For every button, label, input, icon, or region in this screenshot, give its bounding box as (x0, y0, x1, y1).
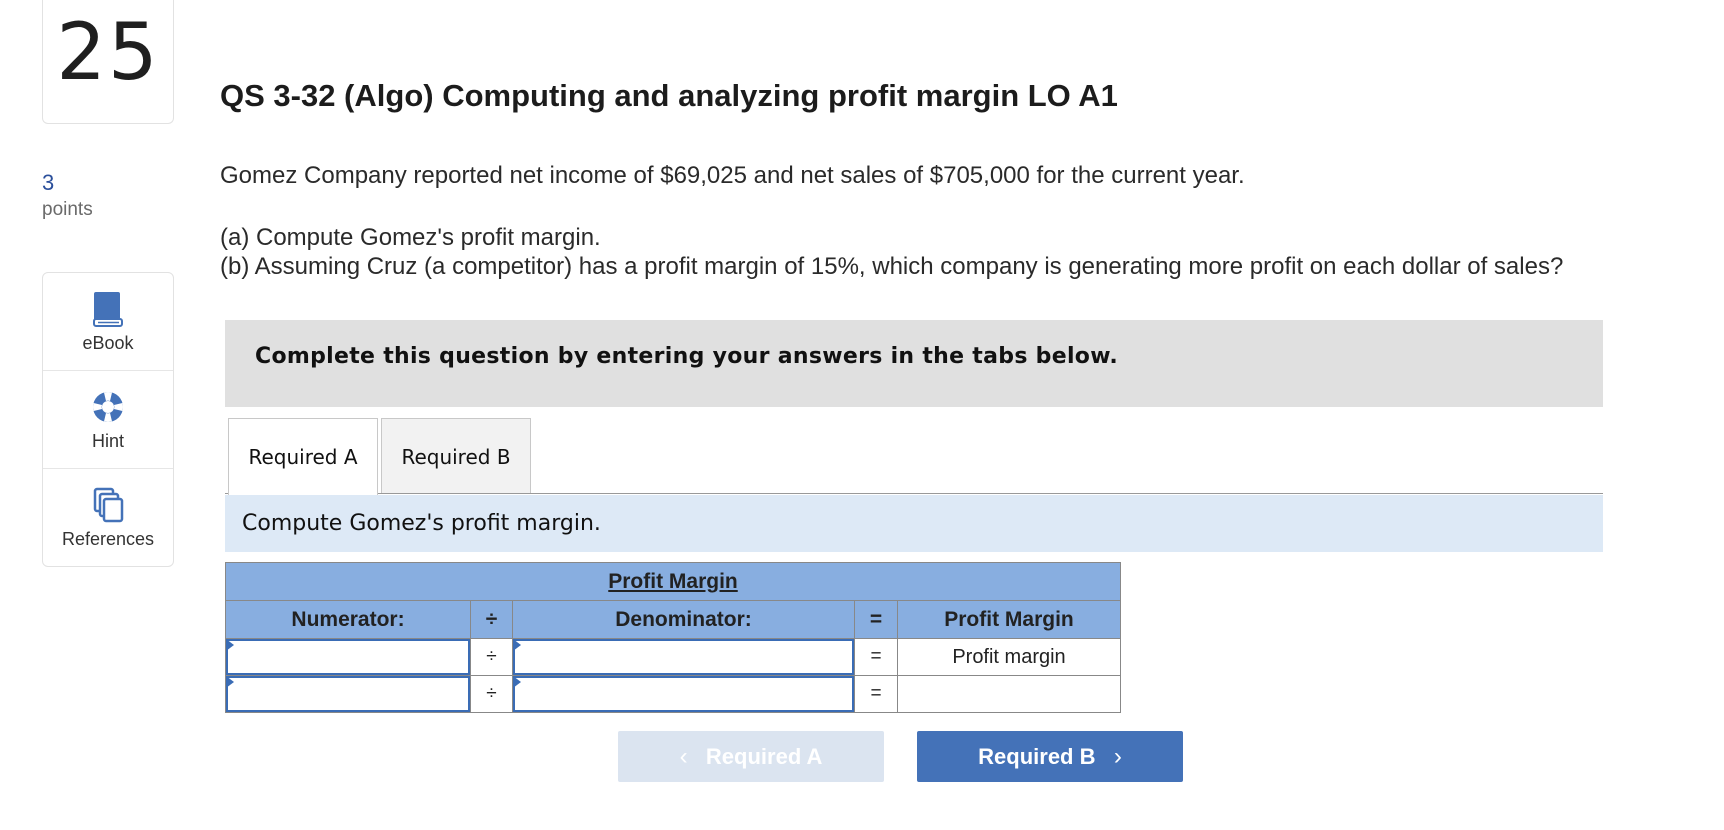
references-button[interactable]: References (43, 469, 173, 567)
result-cell: Profit margin (897, 638, 1121, 676)
ebook-label: eBook (82, 333, 134, 353)
divide-sign: ÷ (470, 638, 513, 676)
dropdown-marker-icon (513, 639, 521, 651)
prev-required-a-button[interactable]: ‹ Required A (618, 731, 884, 782)
next-button-label: Required B (978, 744, 1096, 769)
tools-panel: eBook Hint References (42, 272, 174, 567)
table-row: ÷ = (225, 675, 1121, 713)
table-title: Profit Margin (225, 562, 1121, 601)
chevron-left-icon: ‹ (679, 743, 688, 770)
ebook-button[interactable]: eBook (43, 273, 173, 371)
question-part-b: (b) Assuming Cruz (a competitor) has a p… (220, 253, 1564, 280)
denominator-cell (512, 675, 855, 713)
dropdown-marker-icon (226, 639, 234, 651)
prev-button-label: Required A (705, 744, 823, 769)
question-part-a: (a) Compute Gomez's profit margin. (220, 224, 601, 251)
hint-button[interactable]: Hint (43, 371, 173, 469)
numerator-cell (225, 638, 471, 676)
tab-divider (225, 493, 1603, 494)
equals-sign: = (854, 675, 898, 713)
numerator-cell (225, 675, 471, 713)
instructions-box: Complete this question by entering your … (225, 320, 1603, 407)
denominator-input[interactable] (513, 639, 854, 675)
points-value: 3 (42, 170, 55, 195)
denominator-input[interactable] (513, 676, 854, 712)
header-result: Profit Margin (897, 600, 1121, 639)
chevron-right-icon: › (1113, 743, 1122, 770)
points-label: points (42, 199, 93, 220)
copy-icon (93, 487, 124, 523)
references-label: References (61, 529, 155, 549)
header-divide: ÷ (470, 600, 513, 639)
result-cell (897, 675, 1121, 713)
dropdown-marker-icon (226, 676, 234, 688)
dropdown-marker-icon (513, 676, 521, 688)
numerator-input[interactable] (226, 676, 470, 712)
question-title: QS 3-32 (Algo) Computing and analyzing p… (220, 78, 1118, 113)
tab-required-a[interactable]: Required A (228, 418, 378, 495)
question-number-box: 25 (42, 0, 174, 124)
book-icon (93, 292, 123, 327)
instructions-text: Complete this question by entering your … (255, 344, 1119, 369)
equals-sign: = (854, 638, 898, 676)
numerator-input[interactable] (226, 639, 470, 675)
denominator-cell (512, 638, 855, 676)
table-title-text: Profit Margin (608, 569, 738, 593)
header-numerator: Numerator: (225, 600, 471, 639)
header-denominator: Denominator: (512, 600, 855, 639)
tab-required-b[interactable]: Required B (381, 418, 531, 494)
table-row: ÷ = Profit margin (225, 638, 1121, 676)
divide-sign: ÷ (470, 675, 513, 713)
lifebuoy-icon (93, 392, 123, 422)
hint-label: Hint (91, 431, 124, 451)
question-number: 25 (56, 8, 160, 98)
question-statement: Gomez Company reported net income of $69… (220, 162, 1245, 189)
next-required-b-button[interactable]: Required B › (917, 731, 1183, 782)
header-equals: = (854, 600, 898, 639)
profit-margin-table: Profit Margin Numerator: ÷ Denominator: … (225, 562, 1121, 713)
subtask-bar: Compute Gomez's profit margin. (225, 495, 1603, 552)
